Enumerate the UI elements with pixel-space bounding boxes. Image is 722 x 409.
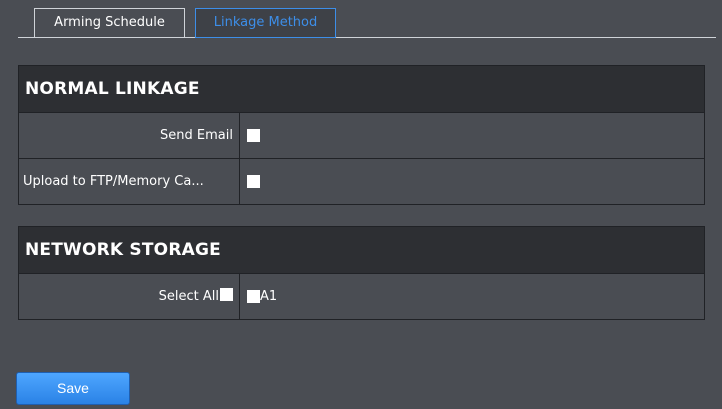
channel-a1-label: A1 xyxy=(260,289,278,304)
tab-bar: Arming Schedule Linkage Method xyxy=(0,0,722,40)
tab-underline xyxy=(18,37,716,38)
send-email-label: Send Email xyxy=(19,113,240,158)
network-storage-title: NETWORK STORAGE xyxy=(19,227,704,274)
save-button[interactable]: Save xyxy=(16,372,130,405)
upload-ftp-checkbox[interactable] xyxy=(247,175,260,188)
upload-ftp-row: Upload to FTP/Memory Ca... xyxy=(19,159,704,204)
select-all-cell: Select All xyxy=(19,274,240,319)
upload-ftp-label: Upload to FTP/Memory Ca... xyxy=(19,159,240,204)
channel-a1-checkbox[interactable] xyxy=(247,290,260,303)
select-all-row: Select All A1 xyxy=(19,274,704,319)
send-email-checkbox[interactable] xyxy=(247,129,260,142)
send-email-row: Send Email xyxy=(19,113,704,159)
tab-arming-schedule[interactable]: Arming Schedule xyxy=(34,8,185,37)
tab-linkage-method[interactable]: Linkage Method xyxy=(195,8,336,38)
normal-linkage-title: NORMAL LINKAGE xyxy=(19,66,704,113)
normal-linkage-panel: NORMAL LINKAGE Send Email Upload to FTP/… xyxy=(18,65,705,205)
select-all-label: Select All xyxy=(158,289,219,304)
select-all-checkbox[interactable] xyxy=(220,288,233,301)
network-storage-panel: NETWORK STORAGE Select All A1 xyxy=(18,226,705,320)
